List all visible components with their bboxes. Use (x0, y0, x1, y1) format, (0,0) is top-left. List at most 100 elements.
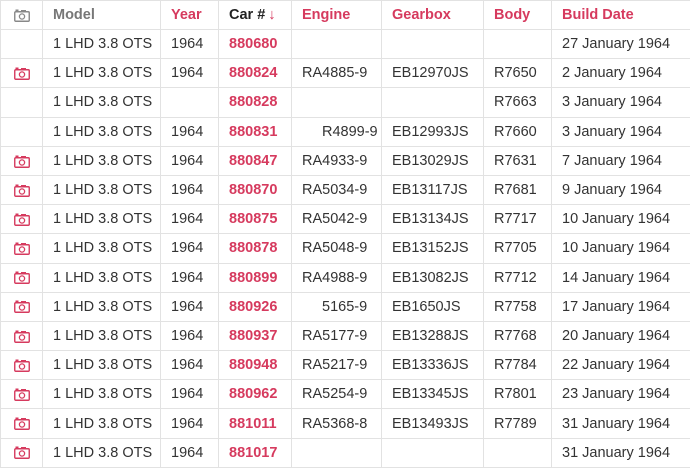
year-cell: 1964 (160, 58, 219, 89)
column-header-car[interactable]: Car # ↓ (218, 0, 292, 30)
column-header-engine[interactable]: Engine (291, 0, 382, 30)
gearbox-cell: EB13029JS (381, 145, 484, 176)
engine-cell: RA4988-9 (291, 262, 382, 293)
camera-icon[interactable] (13, 271, 30, 285)
photo-cell (0, 87, 43, 118)
camera-icon[interactable] (13, 388, 30, 401)
photo-cell[interactable] (0, 379, 43, 410)
table-row[interactable]: 1 LHD 3.8 OTS 1964 880870 RA5034-9 EB13117JS… (0, 174, 690, 206)
camera-icon (13, 9, 30, 22)
photo-cell[interactable] (0, 204, 43, 235)
year-cell (160, 87, 219, 118)
engine-cell: RA5042-9 (291, 204, 382, 235)
table-row[interactable]: 1 LHD 3.8 OTS 1964 880878 RA5048-9 EB13152JS… (0, 233, 690, 264)
photo-cell[interactable] (0, 262, 43, 293)
model-cell: 1 LHD 3.8 OTS (42, 262, 161, 293)
photo-cell[interactable] (0, 408, 43, 439)
gearbox-cell: EB1650JS (381, 291, 484, 322)
build-date-cell: 22 January 1964 (551, 350, 690, 381)
photo-cell (0, 28, 43, 60)
car-number-link[interactable]: 880875 (218, 204, 292, 235)
table-row[interactable]: 1 LHD 3.8 OTS 1964 880937 RA5177-9 EB13288JS… (0, 320, 690, 352)
body-cell: R7768 (483, 320, 552, 352)
table-row[interactable]: 1 LHD 3.8 OTS 1964 880926 5165-9 EB1650JS R77… (0, 291, 690, 322)
gearbox-cell: EB13345JS (381, 379, 484, 410)
camera-icon[interactable] (13, 67, 30, 80)
body-cell: R7631 (483, 145, 552, 176)
car-number-link[interactable]: 880878 (218, 233, 292, 264)
photo-cell[interactable] (0, 58, 43, 89)
car-number-link[interactable]: 881017 (218, 437, 292, 468)
car-number-link[interactable]: 880926 (218, 291, 292, 322)
table-row[interactable]: 1 LHD 3.8 OTS 1964 880948 RA5217-9 EB13336JS… (0, 350, 690, 381)
model-cell: 1 LHD 3.8 OTS (42, 233, 161, 264)
table-row[interactable]: 1 LHD 3.8 OTS 1964 880680 27 January 1964 (0, 28, 690, 60)
photo-cell[interactable] (0, 174, 43, 206)
photo-cell[interactable] (0, 145, 43, 176)
engine-cell: R4899-9 (291, 116, 382, 147)
car-number-link[interactable]: 880962 (218, 379, 292, 410)
year-cell: 1964 (160, 145, 219, 176)
table-row[interactable]: 1 LHD 3.8 OTS 1964 880962 RA5254-9 EB13345JS… (0, 379, 690, 410)
header-row: Model Year Car # ↓ Engine Gearbox Body Bu… (0, 0, 690, 30)
sort-descending-icon: ↓ (268, 7, 276, 23)
car-number-link[interactable]: 880828 (218, 87, 292, 118)
car-number-link[interactable]: 880824 (218, 58, 292, 89)
car-number-link[interactable]: 880870 (218, 174, 292, 206)
body-cell: R7801 (483, 379, 552, 410)
build-date-cell: 14 January 1964 (551, 262, 690, 293)
car-number-link[interactable]: 880899 (218, 262, 292, 293)
gearbox-cell: EB12970JS (381, 58, 484, 89)
photo-cell[interactable] (0, 320, 43, 352)
camera-icon[interactable] (13, 184, 30, 197)
table-row[interactable]: 1 LHD 3.8 OTS 1964 880899 RA4988-9 EB13082JS… (0, 262, 690, 293)
photo-cell[interactable] (0, 233, 43, 264)
table-row[interactable]: 1 LHD 3.8 OTS 1964 880847 RA4933-9 EB13029JS… (0, 145, 690, 176)
column-header-build-date[interactable]: Build Date (551, 0, 690, 30)
table-row[interactable]: 1 LHD 3.8 OTS 1964 880875 RA5042-9 EB13134JS… (0, 204, 690, 235)
table-row[interactable]: 1 LHD 3.8 OTS 1964 881011 RA5368-8 EB13493JS… (0, 408, 690, 439)
camera-icon[interactable] (13, 446, 30, 460)
car-number-link[interactable]: 880831 (218, 116, 292, 147)
car-number-link[interactable]: 880948 (218, 350, 292, 381)
car-number-link[interactable]: 880937 (218, 320, 292, 352)
build-date-cell: 20 January 1964 (551, 320, 690, 352)
photo-cell[interactable] (0, 437, 43, 468)
column-header-gearbox[interactable]: Gearbox (381, 0, 484, 30)
camera-icon[interactable] (13, 242, 30, 256)
body-cell (483, 437, 552, 468)
model-cell: 1 LHD 3.8 OTS (42, 291, 161, 322)
engine-cell: RA4933-9 (291, 145, 382, 176)
model-cell: 1 LHD 3.8 OTS (42, 116, 161, 147)
table-row[interactable]: 1 LHD 3.8 OTS 1964 880824 RA4885-9 EB12970JS… (0, 58, 690, 89)
car-number-link[interactable]: 880680 (218, 28, 292, 60)
year-cell: 1964 (160, 437, 219, 468)
engine-cell: RA5368-8 (291, 408, 382, 439)
car-number-link[interactable]: 880847 (218, 145, 292, 176)
year-cell: 1964 (160, 174, 219, 206)
body-cell: R7784 (483, 350, 552, 381)
camera-icon[interactable] (13, 330, 30, 343)
gearbox-cell: EB12993JS (381, 116, 484, 147)
column-header-body[interactable]: Body (483, 0, 552, 30)
engine-cell (291, 437, 382, 468)
table-row[interactable]: 1 LHD 3.8 OTS 1964 880831 R4899-9 EB12993JS R… (0, 116, 690, 147)
camera-icon[interactable] (13, 300, 30, 314)
gearbox-cell: EB13152JS (381, 233, 484, 264)
gearbox-cell (381, 87, 484, 118)
camera-icon[interactable] (13, 359, 30, 372)
camera-icon[interactable] (13, 213, 30, 226)
column-header-year[interactable]: Year (160, 0, 219, 30)
camera-icon[interactable] (13, 417, 30, 431)
photo-cell[interactable] (0, 350, 43, 381)
engine-cell: RA4885-9 (291, 58, 382, 89)
column-header-photo[interactable] (0, 0, 43, 30)
table-row[interactable]: 1 LHD 3.8 OTS 1964 881017 31 January 1964 (0, 437, 690, 468)
car-number-link[interactable]: 881011 (218, 408, 292, 439)
camera-icon[interactable] (13, 155, 30, 168)
column-header-model[interactable]: Model (42, 0, 161, 30)
body-cell: R7681 (483, 174, 552, 206)
photo-cell[interactable] (0, 291, 43, 322)
table-row[interactable]: 1 LHD 3.8 OTS 880828 R7663 3 January 1964 (0, 87, 690, 118)
gearbox-cell: EB13134JS (381, 204, 484, 235)
